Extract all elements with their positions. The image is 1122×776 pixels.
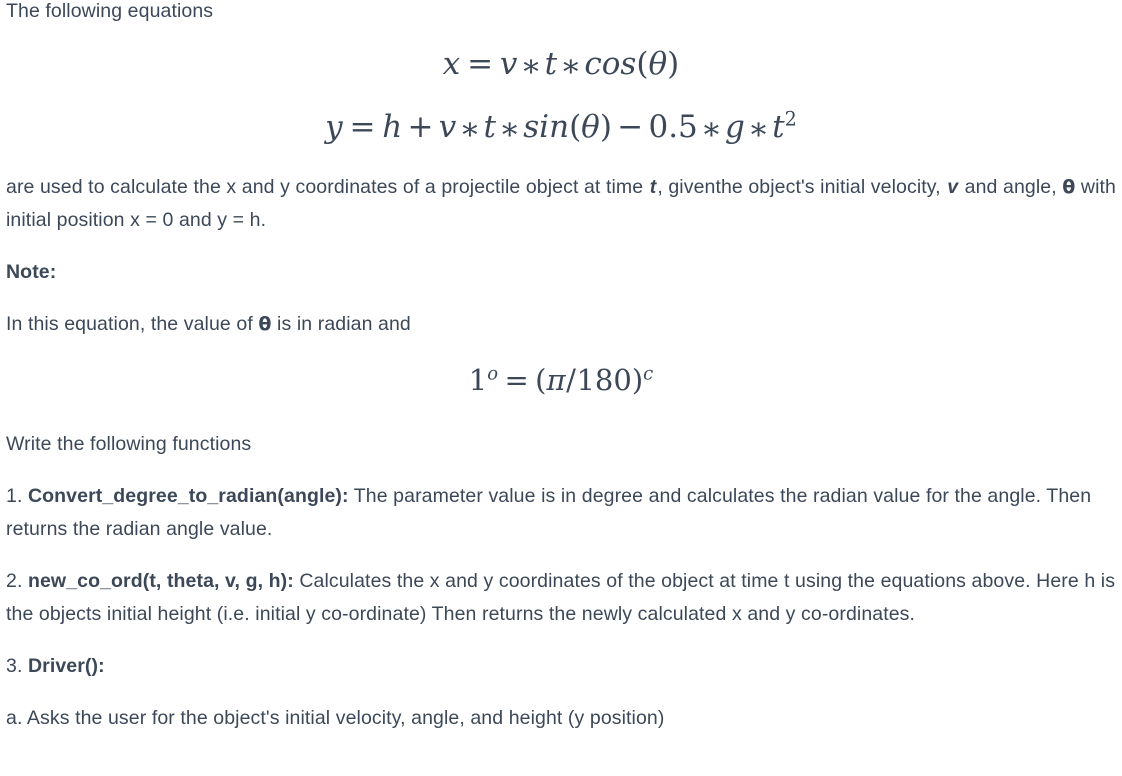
note-body: In this equation, the value of θ is in r…	[6, 308, 1116, 341]
equation-x-cos: cos	[584, 46, 637, 82]
equation-x-rparen: )	[667, 46, 680, 82]
equation-x-ast-1: ∗	[520, 47, 542, 84]
function-item-2: 2. new_co_ord(t, theta, v, g, h): Calcul…	[6, 565, 1116, 631]
usage-text-b: , given	[657, 176, 716, 198]
equation-y-coefficient: 0.5	[648, 109, 698, 145]
intro-lead: The following equations	[6, 0, 214, 22]
write-functions-heading: Write the following functions	[6, 433, 252, 455]
spacer-before-note	[6, 237, 1116, 256]
equation-radian-conversion: 1o = (π/180)c	[6, 363, 1116, 397]
equation-y: y = h + v∗t∗sin(θ) −0.5∗g∗t2	[6, 107, 1116, 147]
equation-y-sin: sin	[523, 109, 570, 145]
function-2-number: 2.	[6, 570, 28, 592]
document-body: The following equations x = v∗t∗cos(θ) y = h…	[0, 0, 1122, 771]
usage-text-a: are used to calculate the x and y coordi…	[6, 176, 649, 198]
equation-y-t-squared-exponent: 2	[784, 107, 797, 131]
equation-y-theta: θ	[581, 109, 600, 145]
equation-y-h: h	[382, 109, 403, 145]
equation-radian-degree-superscript: o	[487, 363, 499, 385]
equation-y-minus: −	[617, 109, 644, 145]
usage-paragraph: are used to calculate the x and y coordi…	[6, 171, 1116, 237]
equation-x-theta: θ	[648, 46, 668, 82]
spacer-before-write-functions	[6, 397, 1116, 428]
spacer-before-driver-step-a	[6, 683, 1116, 702]
note-body-text-b: is in radian and	[271, 313, 411, 335]
equation-y-g: g	[725, 109, 745, 145]
spacer-after-note-heading	[6, 289, 1116, 308]
function-3-name: Driver():	[27, 655, 105, 677]
equation-y-t: t	[483, 109, 496, 145]
equation-y-ast-3: ∗	[700, 110, 722, 147]
note-body-text-a: In this equation, the value of	[6, 313, 259, 335]
function-1-name: Convert_degree_to_radian(angle):	[27, 485, 349, 507]
equation-radian-one: 1	[468, 363, 488, 397]
equation-radian-rparen: )	[631, 363, 644, 397]
note-heading: Note:	[6, 256, 1116, 289]
equation-x-equals: =	[467, 46, 494, 82]
equation-radian-c-superscript: c	[643, 363, 654, 385]
note-var-theta: θ	[258, 313, 272, 335]
equation-y-ast-4: ∗	[748, 110, 770, 147]
equation-x-lhs: x	[442, 46, 461, 82]
equation-radian-lparen: (	[535, 363, 547, 397]
equation-y-rparen: )	[599, 109, 612, 145]
equation-x-lparen: (	[636, 46, 649, 82]
equation-y-lparen: (	[569, 109, 582, 145]
equation-x-t: t	[544, 46, 558, 82]
spacer-before-function-2	[6, 546, 1116, 565]
usage-text-c: the object's initial velocity,	[715, 176, 947, 198]
function-1-number: 1.	[6, 485, 28, 507]
function-2-name: new_co_ord(t, theta, v, g, h):	[27, 570, 294, 592]
spacer-after-equations	[6, 145, 1116, 171]
usage-text-d: and angle,	[959, 176, 1063, 198]
spacer-before-function-3	[6, 631, 1116, 650]
driver-step-a-text: Asks the user for the object's initial v…	[26, 707, 665, 729]
driver-step-a: a. Asks the user for the object's initia…	[6, 702, 1116, 735]
equation-y-t-squared-base: t	[772, 109, 785, 145]
function-3-number: 3.	[6, 655, 28, 677]
usage-var-v: v	[947, 176, 959, 198]
equation-radian-180: 180	[576, 363, 632, 397]
equation-radian-equals: =	[504, 363, 529, 397]
equation-y-ast-2: ∗	[499, 110, 521, 147]
function-item-1: 1. Convert_degree_to_radian(angle): The …	[6, 480, 1116, 546]
function-item-3: 3. Driver():	[6, 650, 1116, 683]
equation-x-v: v	[499, 46, 518, 82]
equation-y-ast-1: ∗	[459, 110, 481, 147]
note-heading-label: Note:	[6, 261, 57, 283]
equation-y-equals: =	[349, 109, 376, 145]
equation-x-ast-2: ∗	[560, 47, 582, 84]
spacer-before-function-1	[6, 461, 1116, 480]
equation-radian-slash: /	[566, 363, 576, 397]
equation-y-plus: +	[407, 109, 434, 145]
equation-y-v: v	[438, 109, 457, 145]
usage-var-theta: θ	[1062, 176, 1076, 198]
equation-y-lhs: y	[325, 109, 343, 145]
equation-x: x = v∗t∗cos(θ)	[6, 46, 1116, 84]
driver-step-a-label: a.	[6, 707, 27, 729]
equation-radian-pi: π	[546, 363, 566, 397]
